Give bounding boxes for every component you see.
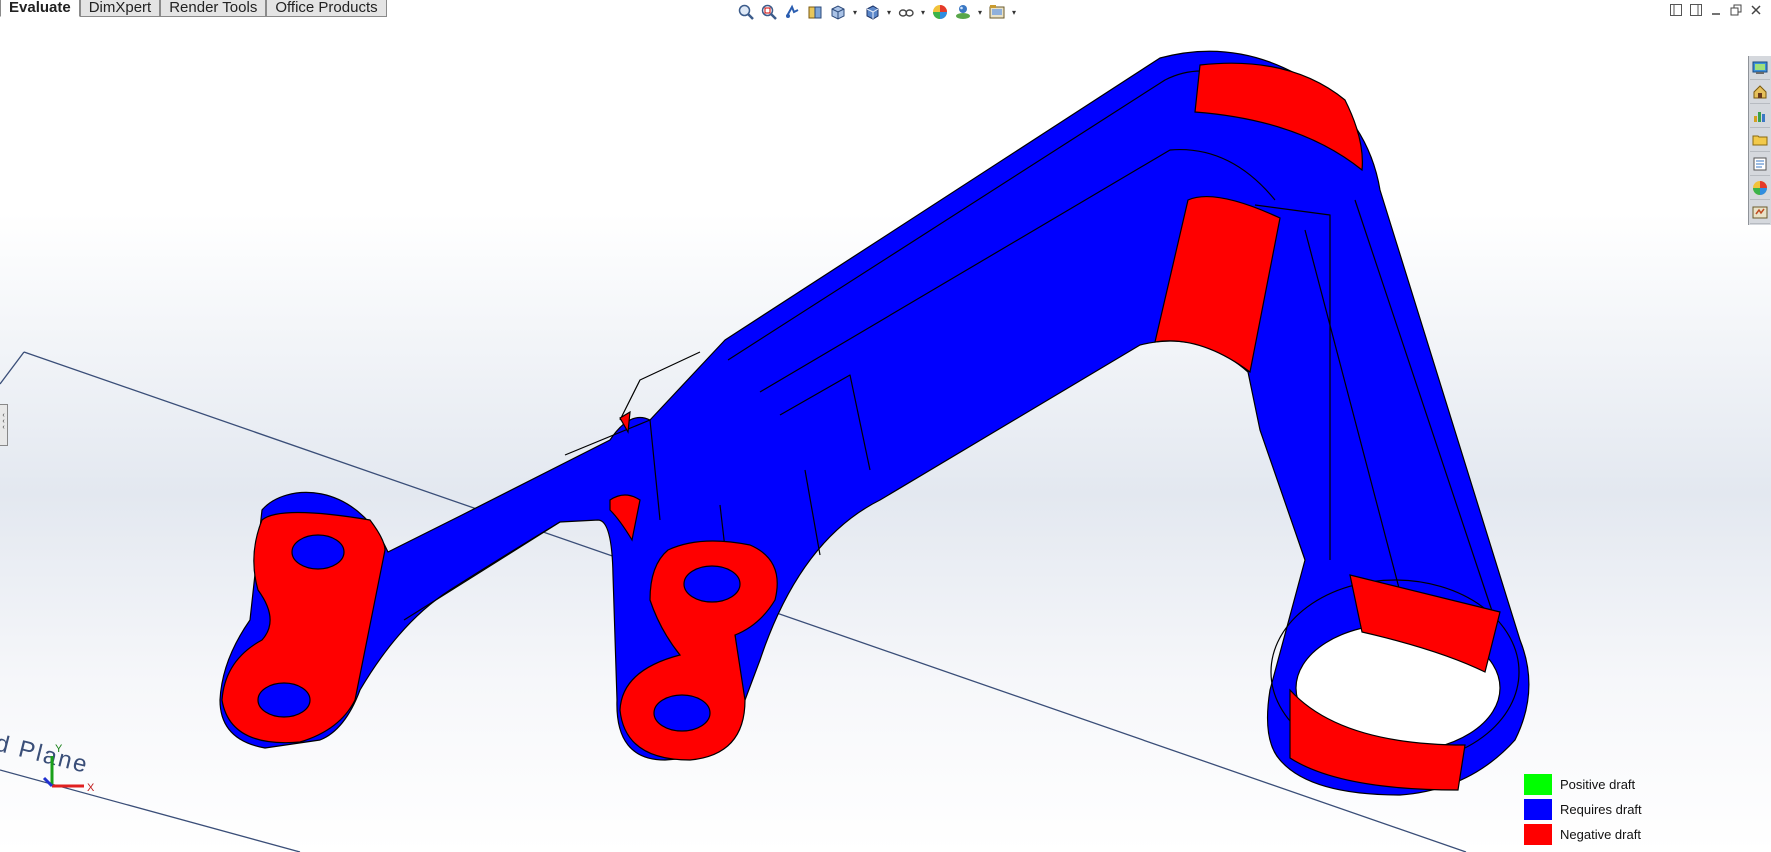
hide-show-dropdown-icon[interactable]: ▾ (919, 8, 927, 17)
solidworks-resources-icon[interactable] (1750, 57, 1770, 80)
apply-scene-dropdown-icon[interactable]: ▾ (976, 8, 984, 17)
plane-label: d Plane (0, 730, 92, 779)
view-orientation-dropdown-icon[interactable]: ▾ (851, 8, 859, 17)
minimize-icon[interactable] (1709, 3, 1723, 17)
appearances-scenes-icon[interactable] (1750, 153, 1770, 176)
zoom-to-area-icon[interactable] (759, 2, 779, 22)
apply-scene-icon[interactable] (953, 2, 973, 22)
close-icon[interactable] (1749, 3, 1763, 17)
legend-label-positive: Positive draft (1560, 777, 1636, 792)
tile-vertical-icon[interactable] (1689, 3, 1703, 17)
restore-icon[interactable] (1729, 3, 1743, 17)
task-pane-tabs (1748, 56, 1771, 225)
section-view-icon[interactable] (805, 2, 825, 22)
design-library-icon[interactable] (1750, 81, 1770, 104)
view-settings-dropdown-icon[interactable]: ▾ (1010, 8, 1018, 17)
tile-horizontal-icon[interactable] (1669, 3, 1683, 17)
edit-appearance-icon[interactable] (930, 2, 950, 22)
legend-item-positive: Positive draft (1524, 772, 1642, 797)
heads-up-view-toolbar: ▾ ▾ ▾ ▾ ▾ (736, 2, 1018, 22)
draft-analysis-legend: Positive draft Requires draft Negative d… (1524, 772, 1642, 847)
legend-item-requires: Requires draft (1524, 797, 1642, 822)
zoom-to-fit-icon[interactable] (736, 2, 756, 22)
negative-draft-swatch (1524, 824, 1552, 845)
graphics-area[interactable]: d Plane X Y (0, 0, 1771, 852)
previous-view-icon[interactable] (782, 2, 802, 22)
part-body[interactable] (219, 50, 1530, 796)
window-controls (1669, 3, 1763, 17)
triad-y-label: Y (55, 743, 63, 755)
tab-evaluate[interactable]: Evaluate (0, 0, 80, 17)
display-style-icon[interactable] (862, 2, 882, 22)
tab-office-products[interactable]: Office Products (266, 0, 387, 17)
display-style-dropdown-icon[interactable]: ▾ (885, 8, 893, 17)
view-orientation-icon[interactable] (828, 2, 848, 22)
feature-manager-flyout-handle[interactable]: ‹ ‹ ‹ (0, 404, 8, 446)
tab-render-tools[interactable]: Render Tools (160, 0, 267, 17)
requires-draft-swatch (1524, 799, 1552, 820)
legend-item-negative: Negative draft (1524, 822, 1642, 847)
legend-label-requires: Requires draft (1560, 802, 1642, 817)
custom-properties-icon[interactable] (1750, 177, 1770, 200)
view-settings-icon[interactable] (987, 2, 1007, 22)
forum-icon[interactable] (1750, 201, 1770, 224)
tab-dimxpert[interactable]: DimXpert (79, 0, 161, 17)
legend-label-negative: Negative draft (1560, 827, 1641, 842)
positive-draft-swatch (1524, 774, 1552, 795)
view-palette-icon[interactable] (1750, 129, 1770, 152)
file-explorer-icon[interactable] (1750, 105, 1770, 128)
hide-show-items-icon[interactable] (896, 2, 916, 22)
triad-x-label: X (87, 782, 95, 794)
command-manager-tabs: Evaluate DimXpert Render Tools Office Pr… (0, 0, 387, 17)
